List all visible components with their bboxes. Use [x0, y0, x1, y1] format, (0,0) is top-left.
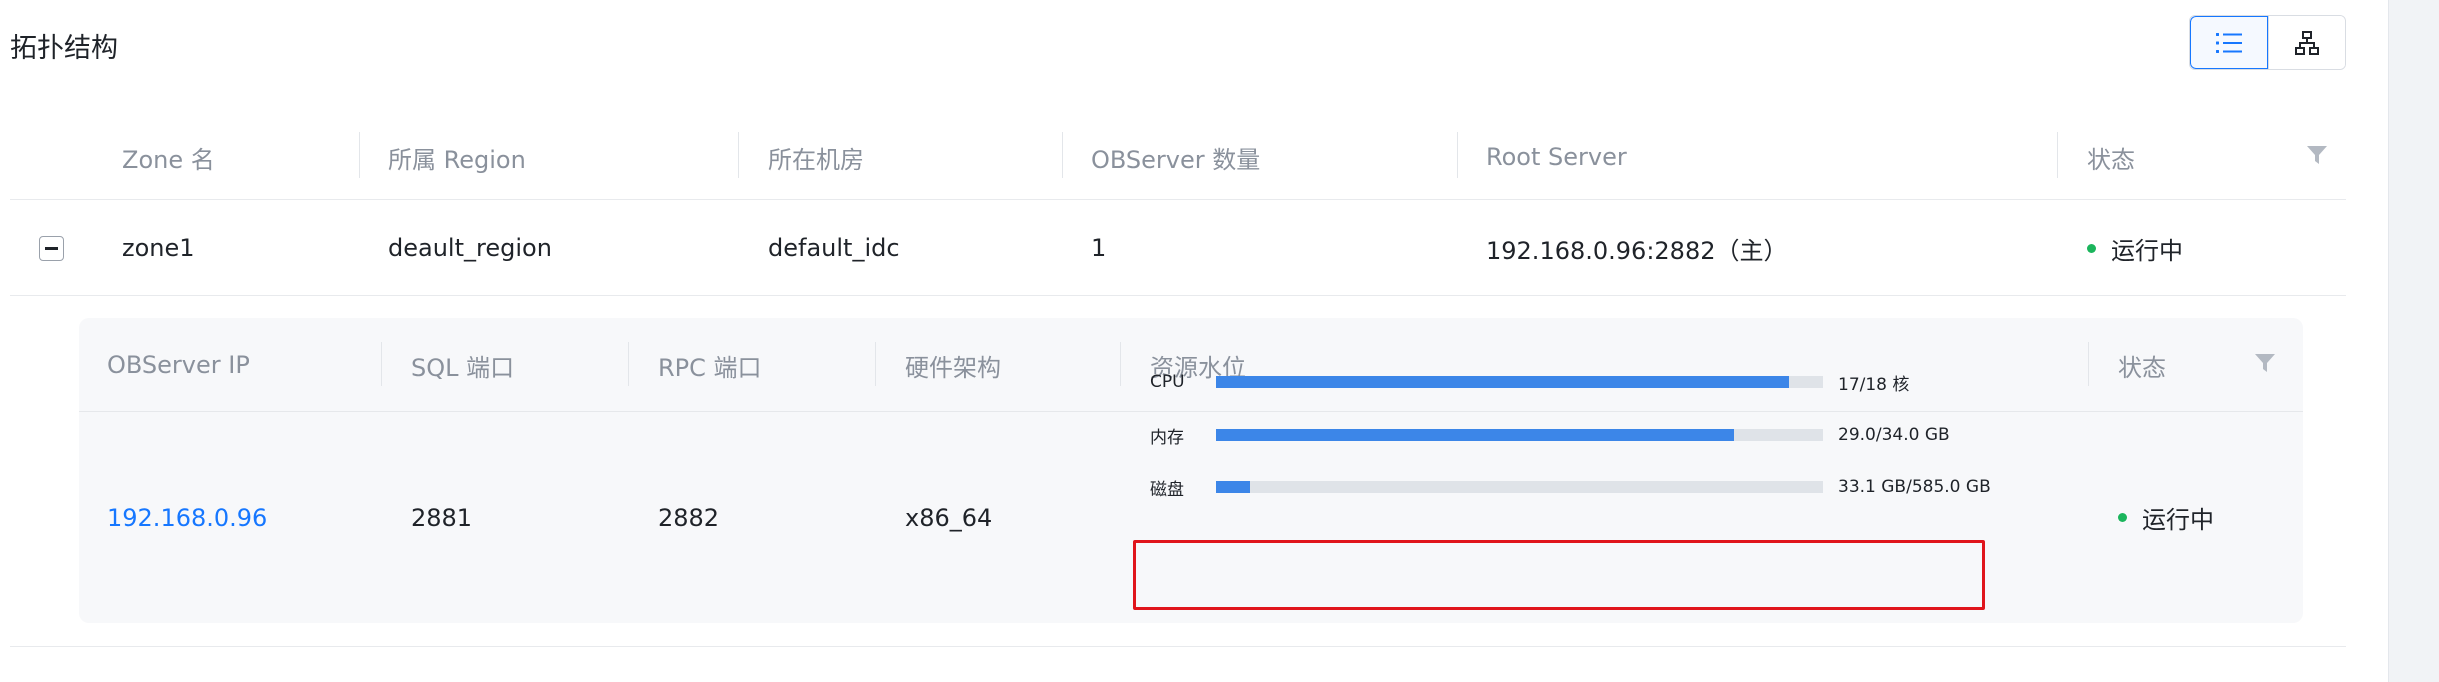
topology-icon [2295, 30, 2319, 55]
resource-memory: 内存 29.0/34.0 GB [1150, 420, 1950, 450]
resource-value: 17/18 核 [1838, 374, 1910, 395]
resource-cpu: CPU 17/18 核 [1150, 367, 1909, 397]
observer-subtable: OBServer IP SQL 端口 RPC 端口 硬件架构 资源水位 状态 1… [79, 318, 2303, 623]
column-divider [2057, 132, 2058, 178]
memory-usage-fill [1216, 429, 1734, 441]
column-divider [738, 132, 739, 178]
table-row: zone1 deault_region default_idc 1 192.16… [10, 200, 2346, 296]
status-badge: 运行中 [2087, 200, 2183, 296]
column-header-arch: 硬件架构 [905, 353, 1001, 382]
rpc-port: 2882 [658, 503, 720, 532]
hardware-arch: x86_64 [905, 503, 993, 532]
status-text: 运行中 [2111, 236, 2183, 265]
cpu-usage-fill [1216, 376, 1790, 388]
observer-ip-link[interactable]: 192.168.0.96 [107, 412, 267, 623]
column-divider [628, 342, 629, 386]
collapse-button[interactable] [39, 236, 64, 261]
disk-usage-bar [1216, 481, 1823, 493]
page-title: 拓扑结构 [10, 33, 118, 64]
observer-table-header: OBServer IP SQL 端口 RPC 端口 硬件架构 资源水位 状态 [79, 318, 2303, 412]
column-header-idc: 所在机房 [768, 145, 864, 174]
column-divider [1062, 132, 1063, 178]
column-header-observer-count: OBServer 数量 [1091, 145, 1261, 174]
column-header-status: 状态 [2118, 353, 2166, 382]
column-divider [1120, 342, 1121, 386]
zone-observer-count: 1 [1091, 234, 1107, 262]
resource-label: 内存 [1150, 427, 1184, 448]
column-header-region: 所属 Region [388, 145, 526, 174]
resource-label: CPU [1150, 372, 1185, 392]
view-switch [2189, 15, 2346, 70]
scrollbar[interactable] [2388, 0, 2439, 682]
column-header-observer-ip: OBServer IP [107, 351, 250, 379]
status-dot [2118, 513, 2127, 522]
column-header-resources: 资源水位 [1150, 353, 1246, 382]
column-divider [875, 342, 876, 386]
list-icon [2216, 32, 2242, 53]
zone-name: zone1 [122, 234, 195, 262]
collapse-icon [45, 247, 58, 250]
status-dot [2087, 243, 2096, 253]
column-divider [1457, 132, 1458, 178]
cpu-usage-bar [1216, 376, 1823, 388]
filter-icon[interactable] [2255, 354, 2275, 372]
topology-view-button[interactable] [2268, 16, 2345, 69]
column-header-sql-port: SQL 端口 [411, 353, 515, 382]
resource-disk: 磁盘 33.1 GB/585.0 GB [1150, 472, 1991, 502]
column-divider [381, 342, 382, 386]
disk-usage-fill [1216, 481, 1251, 493]
zone-idc: default_idc [768, 234, 900, 262]
memory-usage-bar [1216, 429, 1823, 441]
filter-icon[interactable] [2307, 146, 2327, 164]
column-header-root-server: Root Server [1486, 143, 1627, 171]
zone-table-header: Zone 名 所属 Region 所在机房 OBServer 数量 Root S… [10, 114, 2346, 200]
list-view-button[interactable] [2190, 16, 2268, 69]
zone-region: deault_region [388, 234, 552, 262]
zone-root-server: 192.168.0.96:2882（主） [1486, 236, 1788, 265]
resource-value: 33.1 GB/585.0 GB [1838, 477, 1991, 497]
column-divider [359, 132, 360, 178]
resource-value: 29.0/34.0 GB [1838, 425, 1950, 445]
column-header-zone: Zone 名 [122, 145, 215, 174]
divider [10, 646, 2346, 647]
column-header-status: 状态 [2087, 145, 2135, 174]
status-text: 运行中 [2142, 506, 2214, 534]
column-header-rpc-port: RPC 端口 [658, 353, 762, 382]
topology-page: 拓扑结构 Zone 名 所属 Region 所在机房 OBServer 数量 R… [0, 0, 2439, 682]
resource-label: 磁盘 [1150, 479, 1184, 500]
sql-port: 2881 [411, 503, 473, 532]
status-badge: 运行中 [2088, 412, 2214, 623]
